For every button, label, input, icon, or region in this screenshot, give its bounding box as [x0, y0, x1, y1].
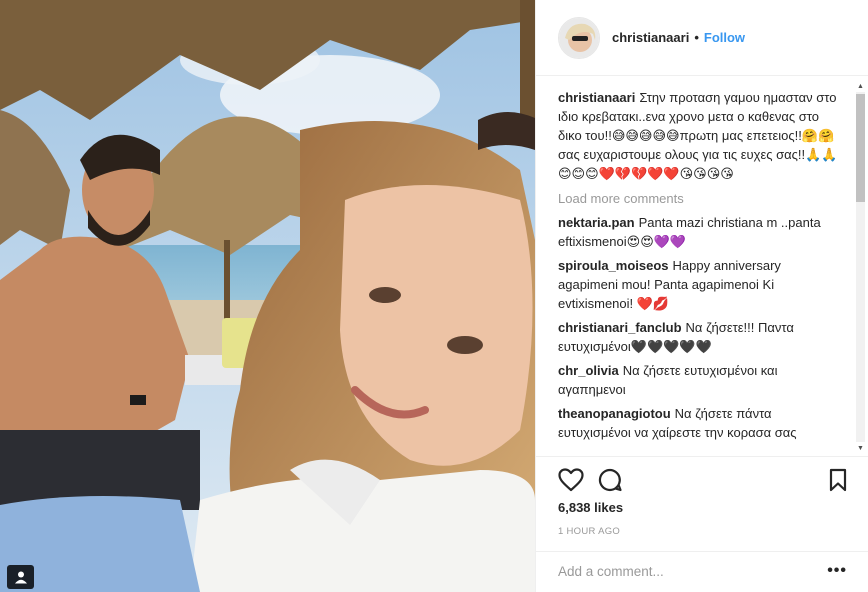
separator-dot: • [694, 30, 699, 45]
more-options-icon[interactable]: ••• [827, 562, 847, 580]
post-timestamp[interactable]: 1 HOUR AGO [558, 526, 620, 537]
list-item: nektaria.pan Panta mazi christiana m ..pa… [558, 213, 843, 251]
caption-username[interactable]: christianaari [558, 90, 635, 105]
bookmark-icon[interactable] [829, 468, 847, 495]
scroll-up-arrow-icon[interactable]: ▲ [854, 80, 867, 92]
add-comment-bar: Add a comment... ••• [536, 551, 868, 592]
list-item: spiroula_moiseos Happy anniversary agapim… [558, 256, 843, 313]
heart-icon[interactable] [558, 468, 584, 495]
comment-username[interactable]: spiroula_moiseos [558, 258, 669, 273]
beach-selfie-image [0, 0, 535, 592]
post-photo[interactable] [0, 0, 535, 592]
comments-list: christianaari Στην προταση γαμου ημασταν … [558, 88, 843, 448]
header-username[interactable]: christianaari [612, 30, 689, 45]
load-more-comments-button[interactable]: Load more comments [558, 189, 843, 208]
comments-scrollbar[interactable]: ▲ ▼ [854, 80, 867, 454]
post-side-panel: christianaari • Follow christianaari Στην… [535, 0, 868, 592]
scroll-down-arrow-icon[interactable]: ▼ [854, 442, 867, 454]
comment-username[interactable]: chr_olivia [558, 363, 619, 378]
scrollbar-thumb[interactable] [856, 94, 865, 202]
caption: christianaari Στην προταση γαμου ημασταν … [558, 88, 843, 183]
follow-button[interactable]: Follow [704, 30, 745, 45]
action-bar [536, 456, 868, 502]
avatar[interactable] [558, 16, 600, 59]
comment-username[interactable]: christianari_fanclub [558, 320, 682, 335]
list-item: christianari_fanclub Να ζήσετε!!! Παντα ε… [558, 318, 843, 356]
list-item: chr_olivia Να ζήσετε ευτυχισμένοι και αγα… [558, 361, 843, 399]
post-header: christianaari • Follow [536, 0, 868, 76]
comment-username[interactable]: theanopanagiotou [558, 406, 671, 421]
list-item: theanopanagiotou Να ζήσετε πάντα ευτυχισμ… [558, 404, 843, 442]
person-tag-icon[interactable] [7, 565, 34, 589]
comment-icon[interactable] [598, 468, 622, 495]
instagram-post: christianaari • Follow christianaari Στην… [0, 0, 868, 592]
comment-username[interactable]: nektaria.pan [558, 215, 635, 230]
likes-count[interactable]: 6,838 likes [558, 500, 623, 515]
add-comment-input[interactable]: Add a comment... [558, 564, 808, 579]
